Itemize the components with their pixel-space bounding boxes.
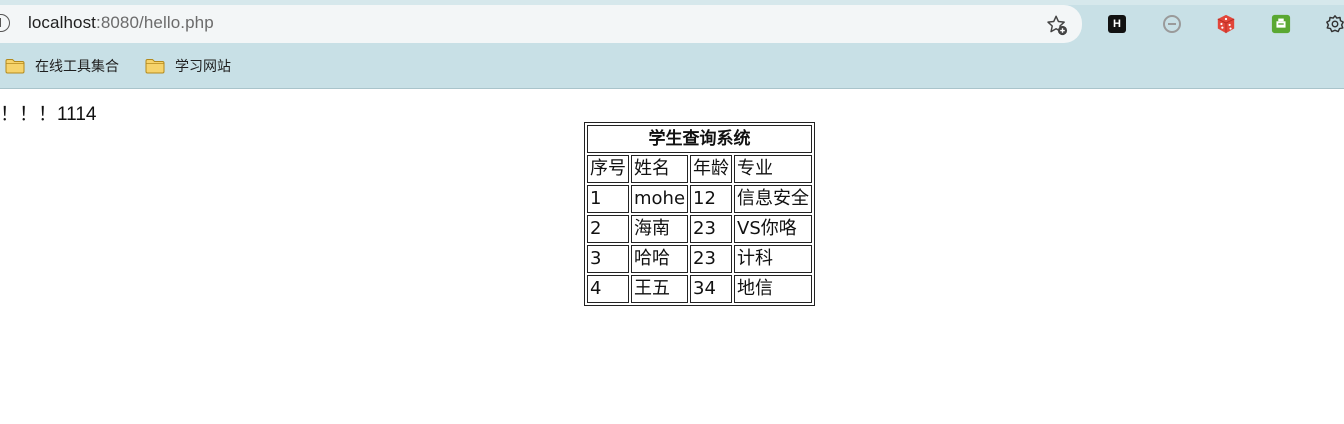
cell-major: 计科 xyxy=(734,245,813,273)
header-cell-id: 序号 xyxy=(587,155,629,183)
table-row: 1 mohe 12 信息安全 xyxy=(587,185,813,213)
cell-major: 信息安全 xyxy=(734,185,813,213)
cell-age: 34 xyxy=(690,275,733,303)
browser-chrome: localhost:8080/hello.php H 在线工具集合 学习网站 xyxy=(0,0,1344,89)
header-cell-name: 姓名 xyxy=(631,155,689,183)
cell-age: 23 xyxy=(690,215,733,243)
table-header-row: 序号 姓名 年龄 专业 xyxy=(587,155,813,183)
cell-name: 海南 xyxy=(631,215,689,243)
extension-h-label: H xyxy=(1113,18,1121,30)
folder-icon xyxy=(5,59,25,74)
cell-name: 王五 xyxy=(631,275,689,303)
cell-id: 3 xyxy=(587,245,629,273)
table-row: 3 哈哈 23 计科 xyxy=(587,245,813,273)
url-host: localhost xyxy=(28,13,96,32)
cell-age: 23 xyxy=(690,245,733,273)
extension-dice-icon[interactable] xyxy=(1216,14,1236,34)
bookmark-label: 在线工具集合 xyxy=(35,59,119,75)
folder-icon xyxy=(145,59,165,74)
cell-age: 12 xyxy=(690,185,733,213)
extension-disabled-icon[interactable] xyxy=(1162,14,1182,34)
cell-name: mohe xyxy=(631,185,689,213)
table-title-row: 学生查询系统 xyxy=(587,125,813,153)
bookmark-online-tools[interactable]: 在线工具集合 xyxy=(5,55,119,77)
extension-gear-icon[interactable] xyxy=(1325,14,1344,34)
table-title: 学生查询系统 xyxy=(587,125,813,153)
cell-major: VS你咯 xyxy=(734,215,813,243)
student-table: 学生查询系统 序号 姓名 年龄 专业 1 mohe 12 信息安全 2 海南 2… xyxy=(584,122,816,306)
page-output-text: ！！！1114 xyxy=(0,104,97,125)
cell-name: 哈哈 xyxy=(631,245,689,273)
bookmark-star-icon[interactable] xyxy=(1046,14,1068,36)
header-cell-age: 年龄 xyxy=(690,155,733,183)
header-cell-major: 专业 xyxy=(734,155,813,183)
table-row: 4 王五 34 地信 xyxy=(587,275,813,303)
cell-id: 2 xyxy=(587,215,629,243)
cell-major: 地信 xyxy=(734,275,813,303)
bookmark-label: 学习网站 xyxy=(175,59,231,75)
extension-green-icon[interactable] xyxy=(1271,14,1291,34)
extension-h-icon[interactable]: H xyxy=(1108,15,1126,33)
url-text[interactable]: localhost:8080/hello.php xyxy=(28,13,214,33)
cell-id: 1 xyxy=(587,185,629,213)
url-path: :8080/hello.php xyxy=(96,13,214,32)
cell-id: 4 xyxy=(587,275,629,303)
table-row: 2 海南 23 VS你咯 xyxy=(587,215,813,243)
bookmark-study-sites[interactable]: 学习网站 xyxy=(145,55,231,77)
